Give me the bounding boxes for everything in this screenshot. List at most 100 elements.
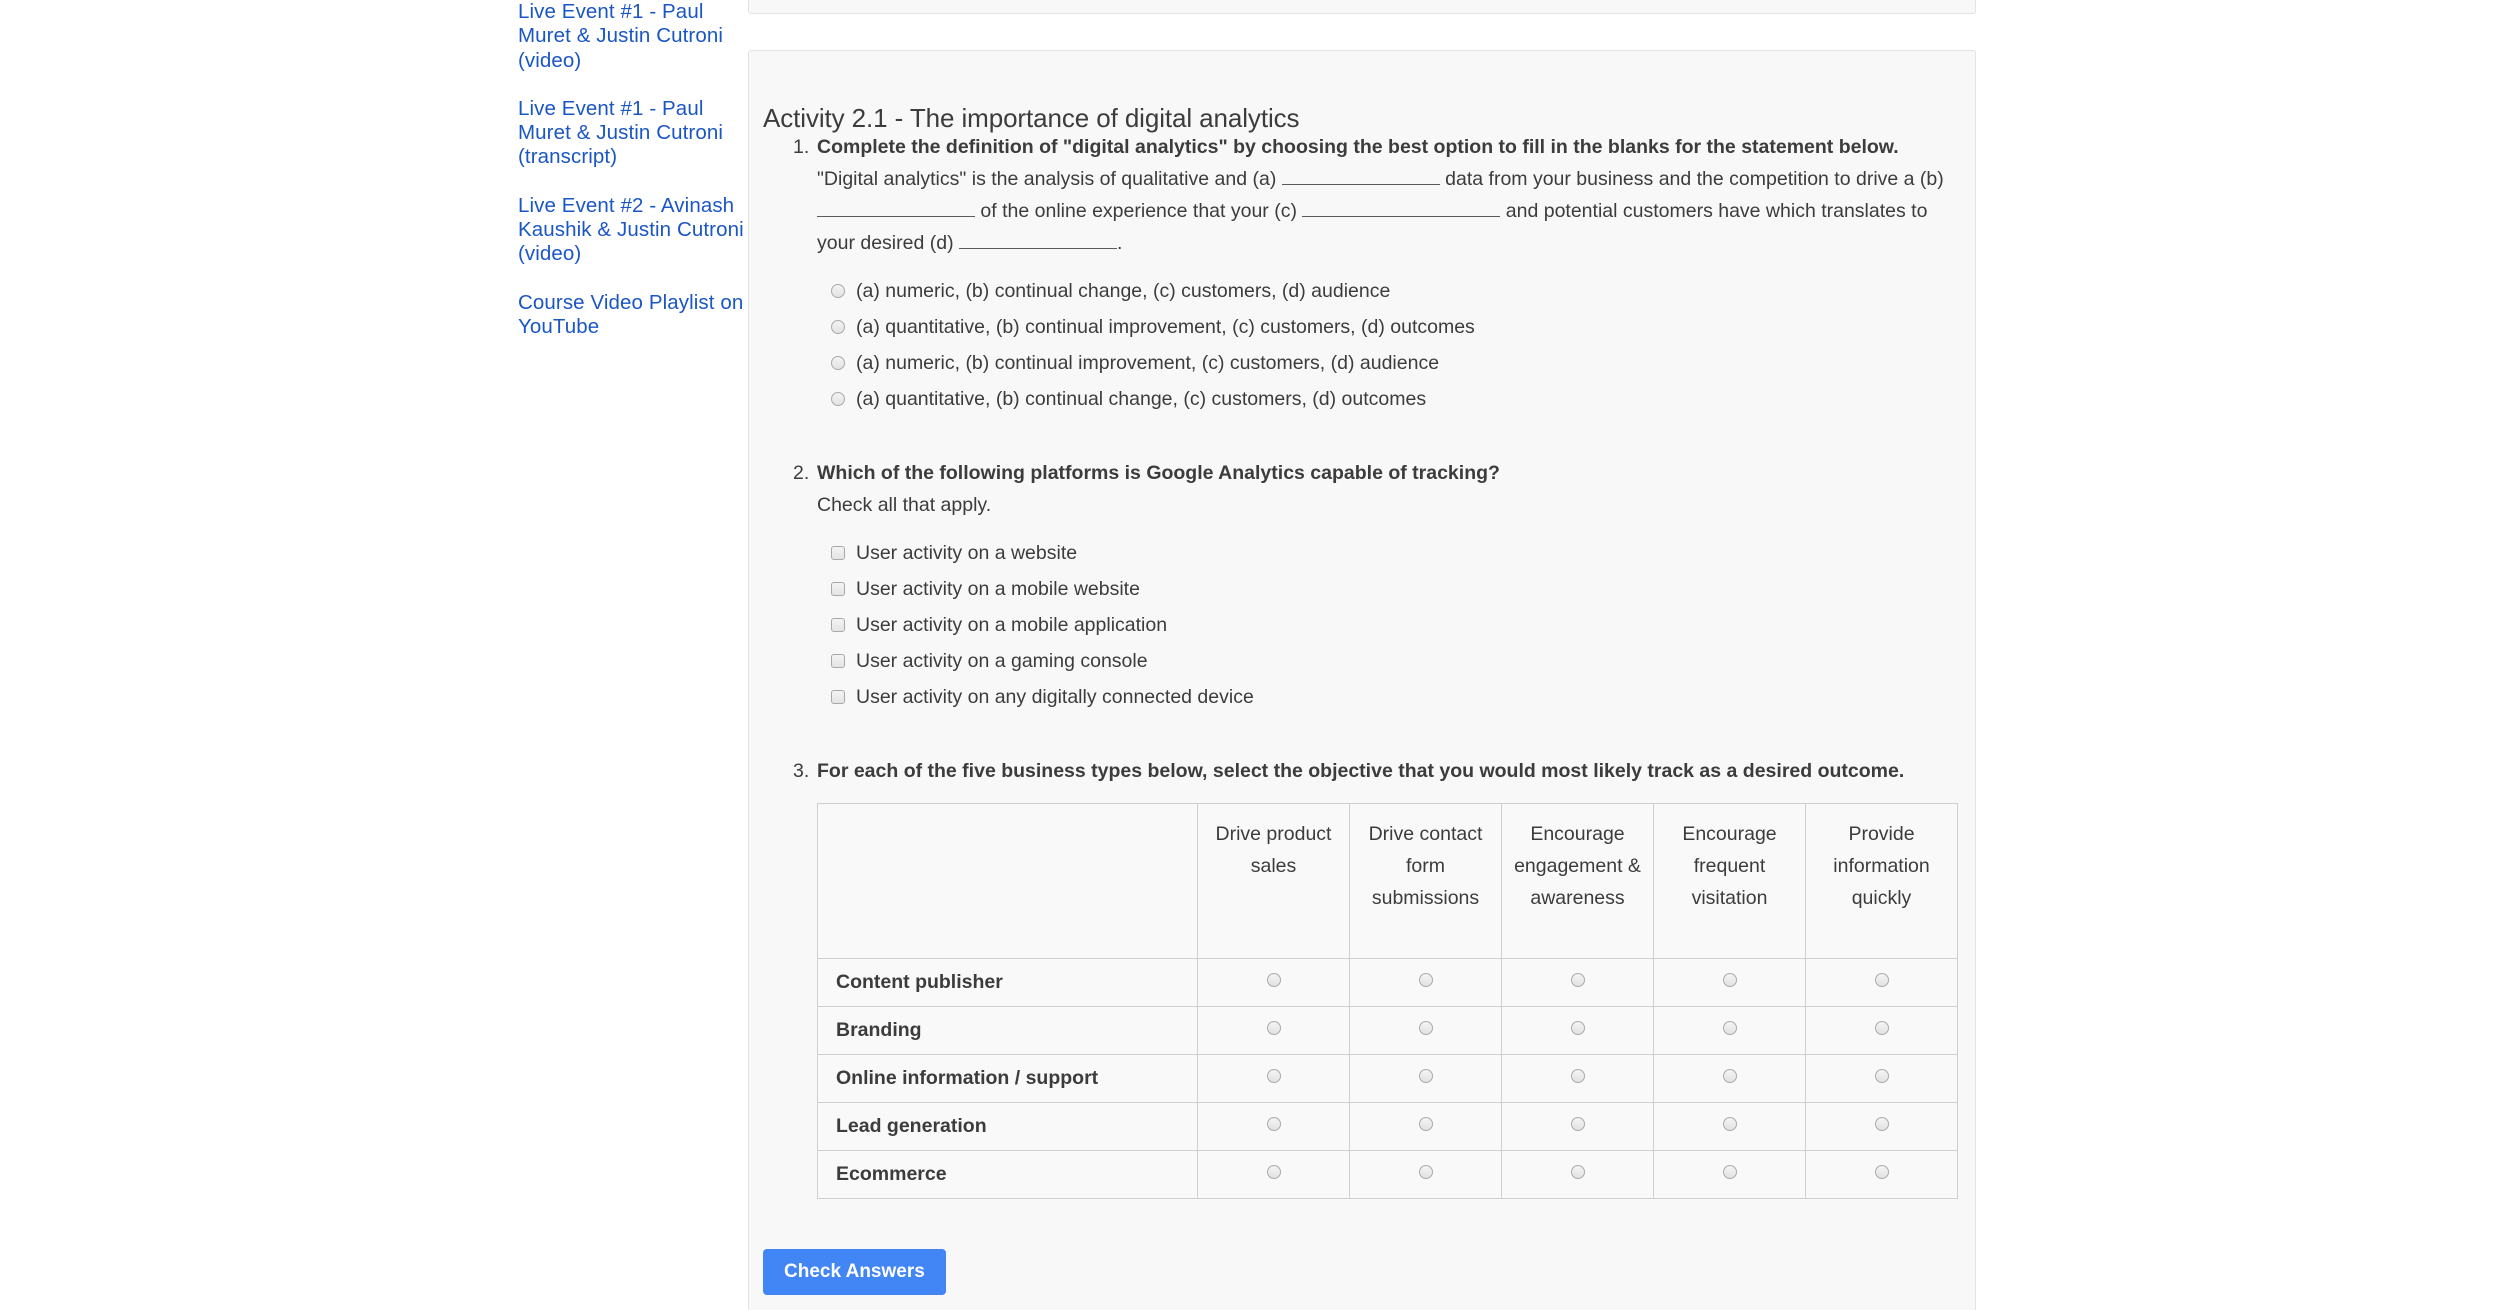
matrix-cell-branding-drive-contact-form-submissions[interactable]	[1349, 1006, 1502, 1055]
radio-icon[interactable]	[1266, 1165, 1281, 1179]
option-label: User activity on a mobile application	[856, 614, 1168, 636]
radio-icon[interactable]	[1722, 973, 1737, 987]
matrix-cell-branding-encourage-frequent-visitation[interactable]	[1653, 1006, 1806, 1055]
matrix-cell-lead-generation-encourage-engagement-awareness[interactable]	[1501, 1102, 1654, 1151]
radio-icon[interactable]	[1874, 973, 1889, 987]
question-1: 1. Complete the definition of "digital a…	[749, 131, 1975, 417]
radio-icon[interactable]	[1266, 973, 1281, 987]
question-1-option-1[interactable]: (a) numeric, (b) continual change, (c) c…	[831, 273, 1955, 309]
matrix-cell-content-publisher-encourage-engagement-awareness[interactable]	[1501, 958, 1654, 1007]
radio-icon[interactable]	[1266, 1117, 1281, 1131]
matrix-cell-lead-generation-drive-contact-form-submissions[interactable]	[1349, 1102, 1502, 1151]
q1-blank-c	[1302, 216, 1501, 217]
question-1-number: 1.	[793, 136, 810, 158]
matrix-cell-content-publisher-provide-information-quickly[interactable]	[1805, 958, 1958, 1007]
sidebar-link-live-event-2-video[interactable]: Live Event #2 - Avinash Kaushik & Justin…	[518, 194, 746, 267]
radio-icon[interactable]	[1570, 1021, 1585, 1035]
question-1-option-4[interactable]: (a) quantitative, (b) continual change, …	[831, 381, 1955, 417]
radio-icon[interactable]	[1722, 1117, 1737, 1131]
matrix-cell-content-publisher-drive-product-sales[interactable]	[1197, 958, 1350, 1007]
question-1-option-3[interactable]: (a) numeric, (b) continual improvement, …	[831, 345, 1955, 381]
checkbox-icon[interactable]	[831, 690, 845, 704]
question-3-number: 3.	[793, 760, 810, 782]
checkbox-icon[interactable]	[831, 618, 845, 632]
question-2-number: 2.	[793, 462, 810, 484]
matrix-cell-branding-drive-product-sales[interactable]	[1197, 1006, 1350, 1055]
objective-matrix-table: Drive product sales Drive contact form s…	[817, 803, 1958, 1199]
matrix-cell-branding-encourage-engagement-awareness[interactable]	[1501, 1006, 1654, 1055]
matrix-cell-ecommerce-encourage-frequent-visitation[interactable]	[1653, 1150, 1806, 1199]
sidebar-link-live-event-1-video[interactable]: Live Event #1 - Paul Muret & Justin Cutr…	[518, 0, 746, 73]
check-answers-area: Check Answers	[763, 1249, 946, 1295]
matrix-cell-ecommerce-drive-product-sales[interactable]	[1197, 1150, 1350, 1199]
question-spacer	[749, 723, 1975, 755]
radio-icon[interactable]	[1722, 1165, 1737, 1179]
checkbox-icon[interactable]	[831, 582, 845, 596]
radio-icon[interactable]	[1874, 1165, 1889, 1179]
matrix-row-label-ecommerce: Ecommerce	[817, 1150, 1198, 1199]
matrix-cell-online-information-support-drive-product-sales[interactable]	[1197, 1054, 1350, 1103]
matrix-cell-online-information-support-encourage-engagement-awareness[interactable]	[1501, 1054, 1654, 1103]
radio-icon[interactable]	[1266, 1021, 1281, 1035]
radio-icon[interactable]	[1570, 1165, 1585, 1179]
option-label: User activity on a website	[856, 542, 1078, 564]
question-2-option-1[interactable]: User activity on a website	[831, 535, 1955, 571]
radio-icon[interactable]	[1418, 1117, 1433, 1131]
q1-blank-d	[958, 248, 1117, 249]
q1-statement-part-1: "Digital analytics" is the analysis of q…	[817, 168, 1277, 190]
matrix-cell-ecommerce-provide-information-quickly[interactable]	[1805, 1150, 1958, 1199]
question-2-option-5[interactable]: User activity on any digitally connected…	[831, 679, 1955, 715]
table-row: Ecommerce	[817, 1150, 1958, 1199]
radio-icon[interactable]	[831, 356, 845, 370]
sidebar-link-course-video-playlist[interactable]: Course Video Playlist on YouTube	[518, 291, 746, 340]
sidebar-link-live-event-1-transcript[interactable]: Live Event #1 - Paul Muret & Justin Cutr…	[518, 97, 746, 170]
radio-icon[interactable]	[1266, 1069, 1281, 1083]
radio-icon[interactable]	[1418, 1021, 1433, 1035]
radio-icon[interactable]	[1874, 1069, 1889, 1083]
question-list: 1. Complete the definition of "digital a…	[749, 131, 1975, 1199]
q1-statement-part-3: of the online experience that your (c)	[980, 200, 1297, 222]
checkbox-icon[interactable]	[831, 654, 845, 668]
sidebar-nav: Live Event #1 - Paul Muret & Justin Cutr…	[518, 0, 746, 363]
matrix-cell-ecommerce-encourage-engagement-awareness[interactable]	[1501, 1150, 1654, 1199]
question-1-prompt: Complete the definition of "digital anal…	[817, 136, 1899, 158]
matrix-cell-branding-provide-information-quickly[interactable]	[1805, 1006, 1958, 1055]
matrix-cell-lead-generation-drive-product-sales[interactable]	[1197, 1102, 1350, 1151]
objective-matrix-wrapper: Drive product sales Drive contact form s…	[749, 803, 1975, 1199]
radio-icon[interactable]	[1722, 1069, 1737, 1083]
radio-icon[interactable]	[1418, 973, 1433, 987]
checkbox-icon[interactable]	[831, 546, 845, 560]
radio-icon[interactable]	[1418, 1069, 1433, 1083]
radio-icon[interactable]	[831, 392, 845, 406]
matrix-body: Content publisher Branding Online inform…	[817, 958, 1958, 1199]
matrix-cell-online-information-support-drive-contact-form-submissions[interactable]	[1349, 1054, 1502, 1103]
question-2-subprompt: Check all that apply.	[817, 494, 992, 516]
question-2-option-3[interactable]: User activity on a mobile application	[831, 607, 1955, 643]
question-1-options: (a) numeric, (b) continual change, (c) c…	[817, 273, 1955, 417]
matrix-cell-online-information-support-encourage-frequent-visitation[interactable]	[1653, 1054, 1806, 1103]
radio-icon[interactable]	[1570, 1069, 1585, 1083]
radio-icon[interactable]	[1570, 1117, 1585, 1131]
matrix-cell-lead-generation-encourage-frequent-visitation[interactable]	[1653, 1102, 1806, 1151]
radio-icon[interactable]	[1570, 973, 1585, 987]
question-2-option-4[interactable]: User activity on a gaming console	[831, 643, 1955, 679]
radio-icon[interactable]	[1874, 1117, 1889, 1131]
matrix-cell-lead-generation-provide-information-quickly[interactable]	[1805, 1102, 1958, 1151]
page-title: Activity 2.1 - The importance of digital…	[763, 102, 1300, 133]
radio-icon[interactable]	[1722, 1021, 1737, 1035]
question-3: 3. For each of the five business types b…	[749, 755, 1975, 787]
radio-icon[interactable]	[1418, 1165, 1433, 1179]
matrix-cell-online-information-support-provide-information-quickly[interactable]	[1805, 1054, 1958, 1103]
radio-icon[interactable]	[831, 284, 845, 298]
radio-icon[interactable]	[1874, 1021, 1889, 1035]
radio-icon[interactable]	[831, 320, 845, 334]
question-2-option-2[interactable]: User activity on a mobile website	[831, 571, 1955, 607]
matrix-cell-content-publisher-encourage-frequent-visitation[interactable]	[1653, 958, 1806, 1007]
matrix-cell-ecommerce-drive-contact-form-submissions[interactable]	[1349, 1150, 1502, 1199]
question-1-option-2[interactable]: (a) quantitative, (b) continual improvem…	[831, 309, 1955, 345]
check-answers-button[interactable]: Check Answers	[763, 1249, 946, 1295]
question-2: 2. Which of the following platforms is G…	[749, 457, 1975, 715]
matrix-row-label-branding: Branding	[817, 1006, 1198, 1055]
matrix-col-header-provide-information-quickly: Provide information quickly	[1805, 803, 1958, 959]
matrix-cell-content-publisher-drive-contact-form-submissions[interactable]	[1349, 958, 1502, 1007]
